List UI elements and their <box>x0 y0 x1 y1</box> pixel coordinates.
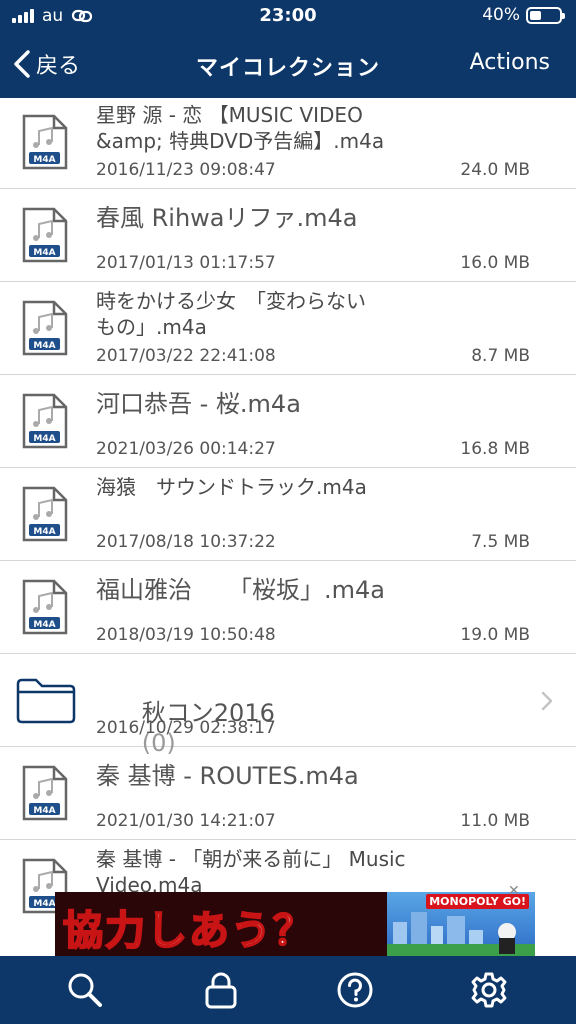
file-title: 福山雅治 「桜坂」.m4a <box>96 576 385 604</box>
navigation-bar: 戻る マイコレクション Actions <box>0 34 576 98</box>
file-date: 2017/08/18 10:37:22 <box>96 532 276 552</box>
file-size: 11.0 MB <box>460 811 530 831</box>
lock-icon <box>205 972 237 1009</box>
ad-image: MONOPOLY GO! <box>387 892 535 956</box>
file-date: 2017/01/13 01:17:57 <box>96 253 276 273</box>
ad-badge: AD <box>59 892 75 893</box>
m4a-file-icon: M4A <box>22 579 68 635</box>
tab-lock[interactable] <box>202 971 240 1009</box>
svg-text:M4A: M4A <box>33 806 55 816</box>
file-row[interactable]: M4A 星野 源 - 恋 【MUSIC VIDEO &amp; 特典DVD予告編… <box>0 98 576 189</box>
file-date: 2016/11/23 09:08:47 <box>96 160 276 180</box>
file-row[interactable]: M4A 海猿 サウンドトラック.m4a 2017/08/18 10:37:22 … <box>0 468 576 561</box>
header: au 23:00 40% 戻る マイコレクション Actions <box>0 0 576 98</box>
file-size: 16.8 MB <box>460 439 530 459</box>
file-title: 時をかける少女 「変わらない もの」.m4a <box>96 289 366 339</box>
file-date: 2018/03/19 10:50:48 <box>96 625 276 645</box>
m4a-file-icon: M4A <box>22 393 68 449</box>
file-row[interactable]: M4A 河口恭吾 - 桜.m4a 2021/03/26 00:14:27 16.… <box>0 375 576 468</box>
file-size: 7.5 MB <box>471 532 530 552</box>
tab-help[interactable] <box>336 971 374 1009</box>
m4a-file-icon: M4A <box>22 207 68 263</box>
collection-list: M4A 星野 源 - 恋 【MUSIC VIDEO &amp; 特典DVD予告編… <box>0 98 576 932</box>
svg-text:M4A: M4A <box>33 899 55 909</box>
tab-search[interactable] <box>66 971 104 1009</box>
file-row[interactable]: M4A 福山雅治 「桜坂」.m4a 2018/03/19 10:50:48 19… <box>0 561 576 654</box>
svg-text:M4A: M4A <box>33 341 55 351</box>
file-size: 16.0 MB <box>460 253 530 273</box>
m4a-file-icon: M4A <box>22 486 68 542</box>
file-size: 8.7 MB <box>471 346 530 366</box>
svg-text:M4A: M4A <box>33 620 55 630</box>
search-icon <box>68 973 102 1007</box>
file-size: 24.0 MB <box>460 160 530 180</box>
folder-row[interactable]: 秋コン2016 (0) 2016/10/29 02:38:17 <box>0 654 576 757</box>
help-icon <box>337 972 373 1008</box>
file-title: 春風 Rihwaリファ.m4a <box>96 204 358 232</box>
file-title: 海猿 サウンドトラック.m4a <box>96 475 367 499</box>
svg-text:M4A: M4A <box>33 434 55 444</box>
ad-close-icon[interactable]: ✕ <box>508 884 522 898</box>
battery-icon <box>526 6 565 24</box>
file-date: 2021/03/26 00:14:27 <box>96 439 276 459</box>
file-title: 星野 源 - 恋 【MUSIC VIDEO &amp; 特典DVD予告編】.m4… <box>96 103 385 153</box>
m4a-file-icon: M4A <box>22 114 68 170</box>
file-title: 河口恭吾 - 桜.m4a <box>96 390 301 418</box>
ad-headline: 協力しあう？ <box>62 907 315 955</box>
actions-button[interactable]: Actions <box>470 50 550 75</box>
svg-text:M4A: M4A <box>33 527 55 537</box>
battery-percent: 40% <box>482 5 520 25</box>
m4a-file-icon: M4A <box>22 765 68 821</box>
folder-date: 2016/10/29 02:38:17 <box>96 718 276 738</box>
file-title: 秦 基博 - ROUTES.m4a <box>96 762 359 790</box>
file-row[interactable]: M4A 秦 基博 - ROUTES.m4a 2021/01/30 14:21:0… <box>0 747 576 840</box>
file-date: 2021/01/30 14:21:07 <box>96 811 276 831</box>
file-row[interactable]: M4A 春風 Rihwaリファ.m4a 2017/01/13 01:17:57 … <box>0 189 576 282</box>
file-date: 2017/03/22 22:41:08 <box>96 346 276 366</box>
settings-icon <box>471 972 507 1008</box>
chevron-right-icon <box>541 691 553 711</box>
tab-settings[interactable] <box>470 971 508 1009</box>
tab-bar <box>0 956 576 1024</box>
folder-icon <box>16 678 76 724</box>
status-bar: au 23:00 40% <box>0 0 576 34</box>
file-row[interactable]: M4A 時をかける少女 「変わらない もの」.m4a 2017/03/22 22… <box>0 282 576 375</box>
file-title: 秦 基博 - 「朝が来る前に」 Music Video.m4a <box>96 847 406 897</box>
file-size: 19.0 MB <box>460 625 530 645</box>
m4a-file-icon: M4A <box>22 300 68 356</box>
ad-banner[interactable]: 協力しあう？ MONOPOLY GO! AD <box>55 892 535 956</box>
svg-text:M4A: M4A <box>33 248 55 258</box>
svg-text:M4A: M4A <box>33 155 55 165</box>
